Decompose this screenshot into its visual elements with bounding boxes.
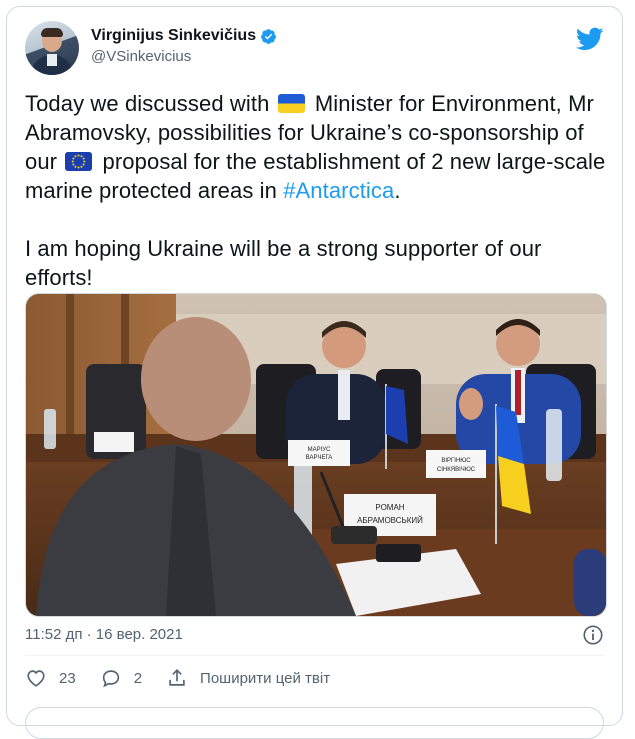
actions-divider: [25, 655, 604, 656]
like-count: 23: [59, 669, 76, 687]
share-button[interactable]: Поширити цей твіт: [166, 667, 330, 689]
tweet-actions: 23 2 Поширити цей твіт: [25, 667, 354, 689]
nameplate-right-line2: СІНКЯВІЧЮС: [437, 467, 476, 473]
hashtag-link[interactable]: #Antarctica: [283, 178, 394, 203]
author-handle[interactable]: @VSinkevicius: [91, 48, 277, 65]
author-display-name[interactable]: Virginijus Sinkevičius: [91, 27, 256, 45]
nameplate-front-line2: АБРАМОВСЬКИЙ: [357, 516, 423, 525]
reply-bubble-icon: [102, 670, 119, 688]
reply-button[interactable]: 2: [100, 667, 142, 689]
nameplate-center-line2: ВАРЧЕГА: [306, 455, 333, 461]
heart-icon: [27, 670, 45, 687]
like-button[interactable]: 23: [25, 667, 76, 689]
tweet-text-part4: .: [394, 178, 401, 203]
nameplate-front-line1: РОМАН: [375, 503, 404, 512]
eu-flag-icon: [65, 152, 93, 171]
share-icon: [169, 669, 185, 686]
tweet-card: Virginijus Sinkevičius @VSinkevicius Tod…: [6, 6, 623, 739]
avatar[interactable]: [25, 21, 79, 75]
tweet-photo[interactable]: РОМАН АБРАМОВСЬКИЙ МАРІУС ВАРЧЕГА ВІРГІН…: [25, 293, 607, 617]
info-icon[interactable]: [582, 624, 604, 646]
tweet-timestamp[interactable]: 11:52 дп · 16 вер. 2021: [25, 626, 183, 643]
nameplate-center-line1: МАРІУС: [308, 447, 331, 453]
tweet-text-paragraph-2: I am hoping Ukraine will be a strong sup…: [25, 236, 542, 290]
nameplate-right-line1: ВІРГІНЮС: [441, 458, 471, 464]
twitter-bird-icon[interactable]: [576, 25, 604, 53]
tweet-text-part1: Today we discussed with: [25, 91, 270, 116]
share-label: Поширити цей твіт: [200, 669, 331, 687]
ukraine-flag-icon: [277, 94, 305, 113]
author-block: Virginijus Sinkevičius @VSinkevicius: [91, 27, 277, 65]
meeting-photo-illustration: РОМАН АБРАМОВСЬКИЙ МАРІУС ВАРЧЕГА ВІРГІН…: [26, 294, 606, 616]
author-name-row[interactable]: Virginijus Sinkevičius: [91, 27, 277, 45]
reply-count: 2: [133, 669, 143, 687]
reply-box-edge[interactable]: [25, 707, 604, 739]
verified-badge-icon: [261, 28, 277, 44]
tweet-header: Virginijus Sinkevičius @VSinkevicius: [25, 19, 604, 81]
tweet-text: Today we discussed with Minister for Env…: [25, 89, 610, 292]
